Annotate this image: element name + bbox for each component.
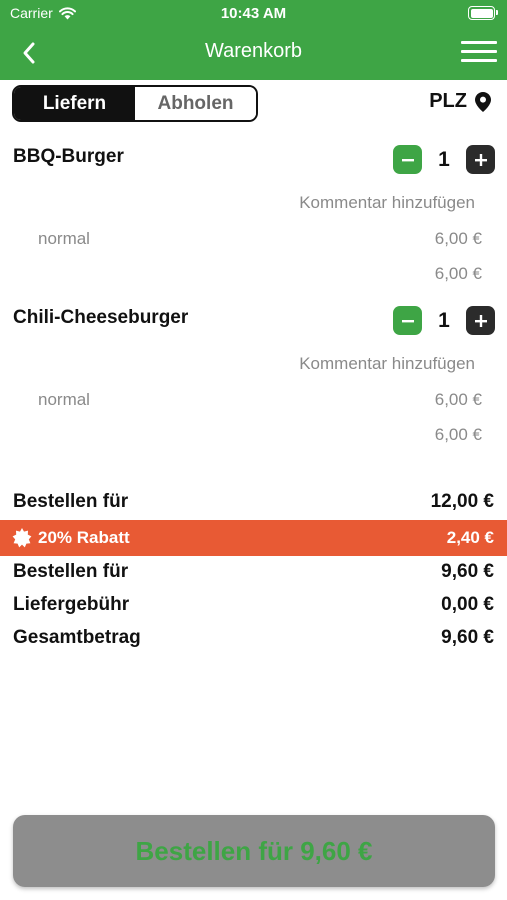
delivery-fee-value: 0,00 € xyxy=(441,594,494,615)
nav-header: Carrier 10:43 AM Warenkorb xyxy=(0,0,507,80)
status-bar: Carrier 10:43 AM xyxy=(0,0,507,28)
discounted-subtotal-value: 9,60 € xyxy=(441,561,494,582)
increase-quantity-button[interactable] xyxy=(466,145,495,174)
place-order-button[interactable]: Bestellen für 9,60 € xyxy=(13,815,495,887)
minus-icon xyxy=(401,319,414,322)
discount-label-group: 20% Rabatt xyxy=(12,528,130,548)
place-order-label: Bestellen für 9,60 € xyxy=(135,835,373,866)
battery-icon xyxy=(468,6,498,20)
quantity-stepper: 1 xyxy=(393,145,495,174)
item-name: Chili-Cheeseburger xyxy=(13,307,189,328)
variant-price: 6,00 € xyxy=(434,390,482,409)
decrease-quantity-button[interactable] xyxy=(393,306,422,335)
discounted-subtotal-row: Bestellen für 9,60 € xyxy=(0,558,507,588)
discounted-subtotal-label: Bestellen für xyxy=(13,561,129,582)
subtotal-row: Bestellen für 12,00 € xyxy=(0,488,507,518)
quantity-value: 1 xyxy=(438,147,450,171)
status-time: 10:43 AM xyxy=(220,5,287,22)
menu-line xyxy=(461,50,497,53)
location-pin-icon xyxy=(475,91,491,112)
subtotal-value: 12,00 € xyxy=(430,491,494,512)
grand-total-label: Gesamtbetrag xyxy=(13,627,141,648)
plus-icon xyxy=(474,153,487,166)
quantity-stepper: 1 xyxy=(393,306,495,335)
discount-badge-icon xyxy=(12,528,32,548)
add-comment-link[interactable]: Kommentar hinzufügen xyxy=(299,354,475,374)
plus-icon xyxy=(474,314,487,327)
segment-abholen[interactable]: Abholen xyxy=(135,87,256,120)
delivery-mode-toggle: Liefern Abholen xyxy=(12,85,258,122)
segment-liefern[interactable]: Liefern xyxy=(14,87,135,120)
plz-label: PLZ xyxy=(429,90,467,112)
item-total: 6,00 € xyxy=(434,264,482,283)
variant-price: 6,00 € xyxy=(434,229,482,248)
discount-row: 20% Rabatt 2,40 € xyxy=(0,520,507,556)
page-title: Warenkorb xyxy=(204,40,303,62)
add-comment-link[interactable]: Kommentar hinzufügen xyxy=(299,193,475,213)
item-name: BBQ-Burger xyxy=(13,146,124,167)
menu-line xyxy=(461,41,497,44)
cart-item: BBQ-Burger 1 Kommentar hinzufügen normal… xyxy=(0,140,507,300)
minus-icon xyxy=(401,158,414,161)
cart-item: Chili-Cheeseburger 1 Kommentar hinzufüge… xyxy=(0,301,507,461)
grand-total-row: Gesamtbetrag 9,60 € xyxy=(0,624,507,654)
item-variant: normal xyxy=(38,229,90,248)
item-variant: normal xyxy=(38,390,90,409)
delivery-fee-row: Liefergebühr 0,00 € xyxy=(0,591,507,621)
decrease-quantity-button[interactable] xyxy=(393,145,422,174)
discount-value: 2,40 € xyxy=(446,528,494,547)
grand-total-value: 9,60 € xyxy=(441,627,494,648)
item-total: 6,00 € xyxy=(434,425,482,444)
discount-label: 20% Rabatt xyxy=(38,528,130,547)
increase-quantity-button[interactable] xyxy=(466,306,495,335)
delivery-fee-label: Liefergebühr xyxy=(13,594,130,615)
menu-button[interactable] xyxy=(461,38,497,66)
subtotal-label: Bestellen für xyxy=(13,491,129,512)
plz-selector[interactable]: PLZ xyxy=(429,90,491,113)
menu-line xyxy=(461,59,497,62)
quantity-value: 1 xyxy=(438,308,450,332)
